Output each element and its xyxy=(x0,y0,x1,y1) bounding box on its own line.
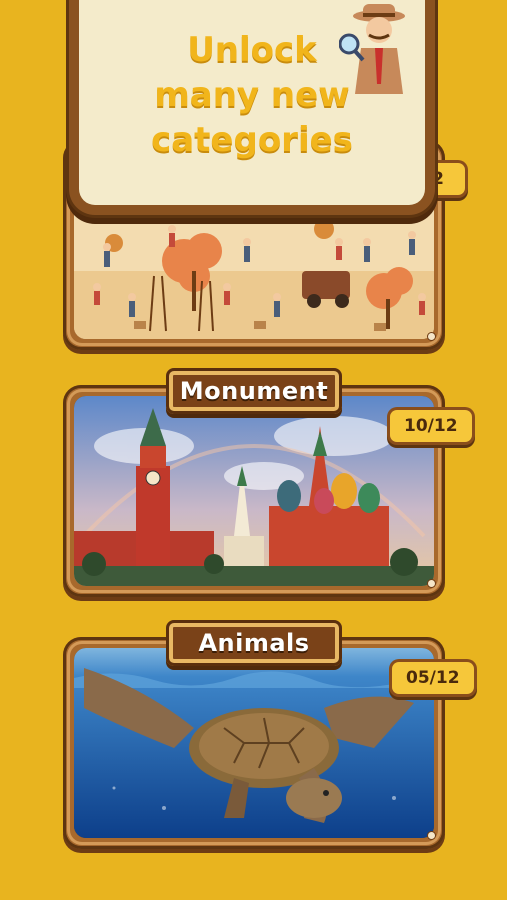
progress-badge-monument: 10/12 xyxy=(390,410,472,442)
detective-mascot-icon xyxy=(339,4,419,99)
promo-line-3: categories xyxy=(151,120,353,160)
animals-image xyxy=(74,648,434,838)
progress-text: 05/12 xyxy=(406,668,460,688)
progress-badge-animals: 05/12 xyxy=(392,662,474,694)
progress-text: 10/12 xyxy=(404,416,458,436)
category-card-animals[interactable] xyxy=(63,637,445,849)
promo-banner: Unlock many new categories xyxy=(79,0,425,205)
category-title-text: Animals xyxy=(198,629,310,657)
category-title-animals: Animals xyxy=(166,620,342,666)
category-title-text: Monument xyxy=(179,377,329,405)
monument-image xyxy=(74,396,434,586)
category-title-monument: Monument xyxy=(166,368,342,414)
category-card-monument[interactable] xyxy=(63,385,445,597)
